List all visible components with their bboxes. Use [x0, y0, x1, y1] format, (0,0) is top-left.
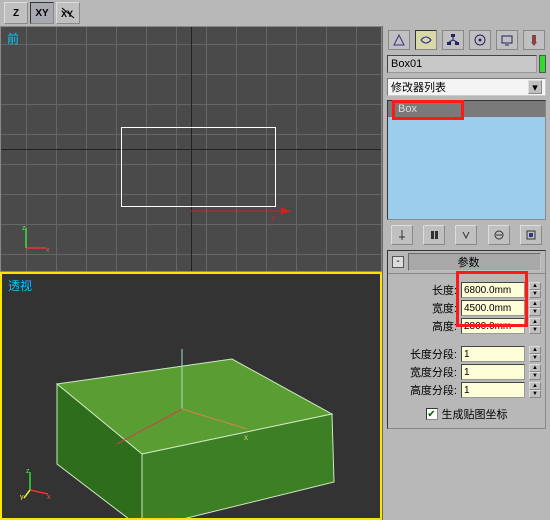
height-segs-label: 高度分段:: [410, 382, 457, 398]
height-segs-input[interactable]: [461, 382, 525, 398]
axis-tripod-icon: x y z: [20, 466, 54, 503]
remove-modifier-icon[interactable]: [488, 225, 510, 245]
display-tab-icon[interactable]: [496, 30, 518, 50]
panel-tab-row: [383, 26, 550, 52]
rollup-toggle-icon[interactable]: -: [392, 256, 404, 268]
width-input[interactable]: [461, 300, 525, 316]
gen-uv-label: 生成贴图坐标: [442, 406, 508, 422]
configure-sets-icon[interactable]: [520, 225, 542, 245]
length-segs-spinner[interactable]: ▲▼: [529, 346, 541, 362]
top-toolbar: Z XY XY: [0, 0, 550, 26]
chevron-down-icon: ▾: [528, 80, 542, 94]
move-gizmo[interactable]: z x: [191, 197, 301, 228]
svg-text:z: z: [22, 225, 26, 232]
gen-uv-checkbox[interactable]: ✔: [426, 408, 438, 420]
viewport-front-label: 前: [7, 30, 19, 47]
length-segs-label: 长度分段:: [410, 346, 457, 362]
utilities-tab-icon[interactable]: [523, 30, 545, 50]
width-label: 宽度:: [432, 300, 457, 316]
height-label: 高度:: [432, 318, 457, 334]
pin-stack-icon[interactable]: [391, 225, 413, 245]
svg-text:x: x: [46, 247, 50, 253]
z-button[interactable]: Z: [4, 2, 28, 24]
width-spinner[interactable]: ▲▼: [529, 300, 541, 316]
parameters-rollup: - 参数 长度: ▲▼ 宽度: ▲▼ 高度:: [387, 250, 546, 429]
svg-text:XY: XY: [61, 9, 73, 19]
svg-text:z: z: [26, 468, 30, 475]
svg-text:y: y: [20, 494, 24, 500]
width-segs-label: 宽度分段:: [410, 364, 457, 380]
modifier-stack-toolbar: [383, 222, 550, 248]
xy-lock-button[interactable]: XY: [56, 2, 80, 24]
modifier-list-label: 修改器列表: [391, 79, 446, 95]
modifier-list-dropdown[interactable]: 修改器列表 ▾: [387, 78, 546, 96]
viewport-front[interactable]: 前 z x x z: [0, 26, 382, 272]
create-tab-icon[interactable]: [388, 30, 410, 50]
width-segs-input[interactable]: [461, 364, 525, 380]
viewport-perspective[interactable]: 透视 x: [0, 272, 382, 520]
length-label: 长度:: [432, 282, 457, 298]
viewport-persp-label: 透视: [8, 277, 32, 294]
rollup-title: 参数: [408, 253, 541, 271]
length-segs-input[interactable]: [461, 346, 525, 362]
make-unique-icon[interactable]: [455, 225, 477, 245]
height-input[interactable]: [461, 318, 525, 334]
svg-text:x: x: [244, 433, 248, 442]
object-name-input[interactable]: [387, 55, 537, 73]
modify-tab-icon[interactable]: [415, 30, 437, 50]
modifier-stack[interactable]: Box: [387, 100, 546, 220]
height-segs-spinner[interactable]: ▲▼: [529, 382, 541, 398]
box-2d-outline: [121, 127, 276, 207]
axis-tripod-icon: x z: [21, 223, 51, 256]
modifier-stack-item[interactable]: Box: [388, 101, 545, 117]
motion-tab-icon[interactable]: [469, 30, 491, 50]
command-panel: 修改器列表 ▾ Box - 参数: [382, 26, 550, 520]
height-spinner[interactable]: ▲▼: [529, 318, 541, 334]
xy-button[interactable]: XY: [30, 2, 54, 24]
viewports: 前 z x x z: [0, 26, 382, 520]
svg-text:x: x: [271, 214, 275, 223]
hierarchy-tab-icon[interactable]: [442, 30, 464, 50]
length-input[interactable]: [461, 282, 525, 298]
svg-text:x: x: [47, 494, 51, 500]
box-3d: x: [32, 324, 332, 504]
show-end-result-icon[interactable]: [423, 225, 445, 245]
length-spinner[interactable]: ▲▼: [529, 282, 541, 298]
object-color-swatch[interactable]: [539, 55, 546, 73]
width-segs-spinner[interactable]: ▲▼: [529, 364, 541, 380]
